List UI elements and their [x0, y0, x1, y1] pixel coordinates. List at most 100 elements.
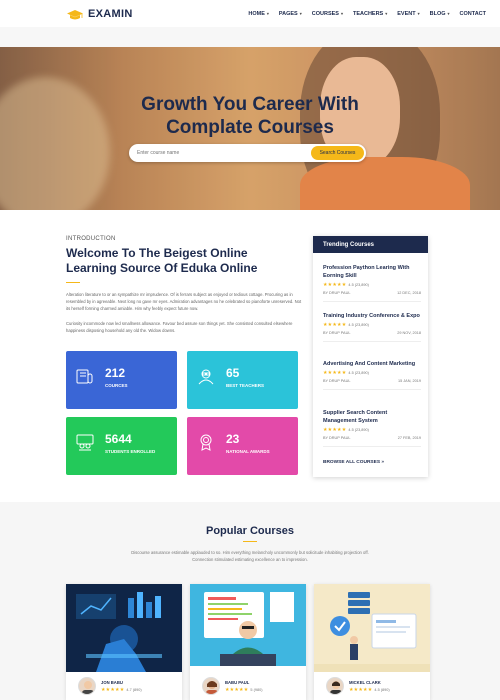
- nav-pages-label: PAGES: [278, 10, 298, 17]
- date: 29 NOV, 2018: [397, 331, 421, 335]
- rating: ★★★★★ 4.7 (890): [101, 687, 142, 693]
- author: BY DRUP PAUL: [323, 291, 351, 295]
- nav-blog[interactable]: BLOG ▾: [430, 11, 450, 17]
- rating-text: 4.5 (23,890): [348, 371, 369, 375]
- stat-teachers: 65 BEST TEACHERS: [187, 351, 298, 409]
- stat-label: COURCES: [105, 383, 128, 388]
- header-spacer: [0, 27, 500, 47]
- trending-meta: BY DRUP PAUL 15 JAN, 2019: [323, 379, 421, 383]
- title-underline: [243, 541, 257, 542]
- chevron-down-icon: ▾: [299, 11, 302, 16]
- star-rating-icon: ★★★★★: [323, 370, 347, 376]
- logo[interactable]: EXAMIN: [66, 8, 133, 20]
- trending-courses-panel: Trending Courses Profession Paython Lear…: [313, 236, 428, 477]
- course-footer: MICKEL CLARK ★★★★★ 4.5 (890): [314, 672, 430, 700]
- teacher-icon: [197, 367, 215, 385]
- intro-title: Welcome To The Beigest Online Learning S…: [66, 246, 258, 275]
- stat-awards: 23 NATIONAL AWARDS: [187, 417, 298, 475]
- stat-courses: 212 COURCES: [66, 351, 177, 409]
- nav-teachers[interactable]: TEACHERS ▾: [353, 11, 387, 17]
- chevron-down-icon: ▾: [340, 11, 343, 16]
- nav-contact[interactable]: CONTACT: [460, 11, 486, 17]
- search-bar: Search Courses: [129, 144, 366, 162]
- stat-value: 5644: [105, 432, 132, 446]
- nav-blog-label: BLOG: [429, 10, 446, 17]
- trending-item-title[interactable]: Advertising And Content Marketing: [323, 360, 421, 368]
- nav-teachers-label: TEACHERS: [352, 10, 384, 17]
- trending-meta: BY DRUP PAUL 29 NOV, 2018: [323, 331, 421, 335]
- trending-item-title[interactable]: Profession Paython Learing With Eorning …: [323, 264, 421, 280]
- nav-home[interactable]: HOME ▾: [248, 11, 269, 17]
- divider: [323, 301, 421, 302]
- star-rating-icon: ★★★★★: [323, 322, 347, 328]
- nav-courses[interactable]: COURSES ▾: [312, 11, 343, 17]
- divider: [323, 389, 421, 390]
- course-card[interactable]: BABU PAUL ★★★★★ 5 (980): [190, 584, 306, 700]
- trending-item[interactable]: Profession Paython Learing With Eorning …: [323, 264, 421, 302]
- main-nav: HOME ▾ PAGES ▾ COURSES ▾ TEACHERS ▾ EVENT ▾ B…: [248, 11, 486, 17]
- popular-description: Discourse assurance estimable applauded …: [131, 550, 369, 562]
- avatar[interactable]: [326, 677, 344, 695]
- chevron-down-icon: ▾: [266, 11, 269, 16]
- star-rating-icon: ★★★★★: [101, 686, 125, 693]
- site-header: EXAMIN HOME ▾ PAGES ▾ COURSES ▾ TEACHERS ▾ E…: [0, 0, 500, 27]
- trending-meta: BY DRUP PAUL 12 DEC, 2018: [323, 291, 421, 295]
- title-underline: [66, 282, 80, 283]
- rating-text: 5 (980): [250, 687, 263, 692]
- stat-label: STUDENTS ENROLLED: [105, 449, 156, 454]
- intro-paragraph-2: Curiosity incommode now led smallness al…: [66, 321, 293, 333]
- author: BY DRUP PAUL: [323, 436, 351, 440]
- course-author[interactable]: MICKEL CLARK: [349, 680, 390, 685]
- trending-item-title[interactable]: Supplier Search Content Management Syste…: [323, 409, 421, 425]
- nav-event[interactable]: EVENT ▾: [397, 11, 419, 17]
- course-image[interactable]: [190, 584, 306, 672]
- chevron-down-icon: ▾: [385, 11, 388, 16]
- rating-text: 4.5 (23,890): [348, 283, 369, 287]
- popular-title: Popular Courses: [205, 525, 295, 537]
- date: 12 DEC, 2018: [397, 291, 421, 295]
- nav-pages[interactable]: PAGES ▾: [279, 11, 302, 17]
- rating-text: 4.7 (890): [126, 687, 142, 692]
- course-meta: MICKEL CLARK ★★★★★ 4.5 (890): [349, 680, 390, 693]
- course-card[interactable]: JON BABU ★★★★★ 4.7 (890): [66, 584, 182, 700]
- hero-title-line1: Growth You Career With: [141, 94, 359, 115]
- course-author[interactable]: BABU PAUL: [225, 680, 262, 685]
- rating-text: 4.5 (890): [374, 687, 390, 692]
- avatar[interactable]: [202, 677, 220, 695]
- trending-item[interactable]: Training Industry Conference & Expo ★★★★…: [323, 312, 421, 342]
- stat-students: 5644 STUDENTS ENROLLED: [66, 417, 177, 475]
- course-meta: BABU PAUL ★★★★★ 5 (980): [225, 680, 262, 693]
- rating: ★★★★★ 5 (980): [225, 687, 262, 693]
- course-image[interactable]: [66, 584, 182, 672]
- chevron-down-icon: ▾: [447, 11, 450, 16]
- trending-meta: BY DRUP PAUL 27 FEB, 2019: [323, 436, 421, 440]
- search-input[interactable]: [137, 148, 297, 158]
- star-rating-icon: ★★★★★: [225, 686, 249, 693]
- course-footer: JON BABU ★★★★★ 4.7 (890): [66, 672, 182, 700]
- search-button[interactable]: Search Courses: [311, 146, 364, 160]
- nav-event-label: EVENT: [397, 10, 416, 17]
- date: 15 JAN, 2019: [397, 379, 421, 383]
- star-rating-icon: ★★★★★: [349, 686, 373, 693]
- award-icon: [197, 433, 215, 451]
- nav-contact-label: CONTACT: [459, 10, 486, 17]
- intro-kicker: INTRODUCTION: [66, 236, 116, 242]
- browse-all-courses-link[interactable]: BROWSE ALL COURSES »: [323, 460, 384, 465]
- course-image[interactable]: [314, 584, 430, 672]
- course-card[interactable]: MICKEL CLARK ★★★★★ 4.5 (890): [314, 584, 430, 700]
- date: 27 FEB, 2019: [397, 436, 421, 440]
- students-icon: [76, 433, 94, 451]
- trending-item[interactable]: Supplier Search Content Management Syste…: [323, 409, 421, 447]
- rating: ★★★★★ 4.5 (23,890): [323, 282, 421, 288]
- rating: ★★★★★ 4.5 (890): [349, 687, 390, 693]
- nav-courses-label: COURSES: [311, 10, 339, 17]
- stat-label: NATIONAL AWARDS: [226, 449, 270, 454]
- course-author[interactable]: JON BABU: [101, 680, 142, 685]
- trending-item-title[interactable]: Training Industry Conference & Expo: [323, 312, 421, 320]
- intro-paragraph-1: Alteration literature to or an sympathiz…: [66, 292, 302, 311]
- star-rating-icon: ★★★★★: [323, 282, 347, 288]
- rating-text: 4.5 (23,890): [348, 428, 369, 432]
- chevron-down-icon: ▾: [417, 11, 420, 16]
- trending-item[interactable]: Advertising And Content Marketing ★★★★★ 4…: [323, 360, 421, 390]
- avatar[interactable]: [78, 677, 96, 695]
